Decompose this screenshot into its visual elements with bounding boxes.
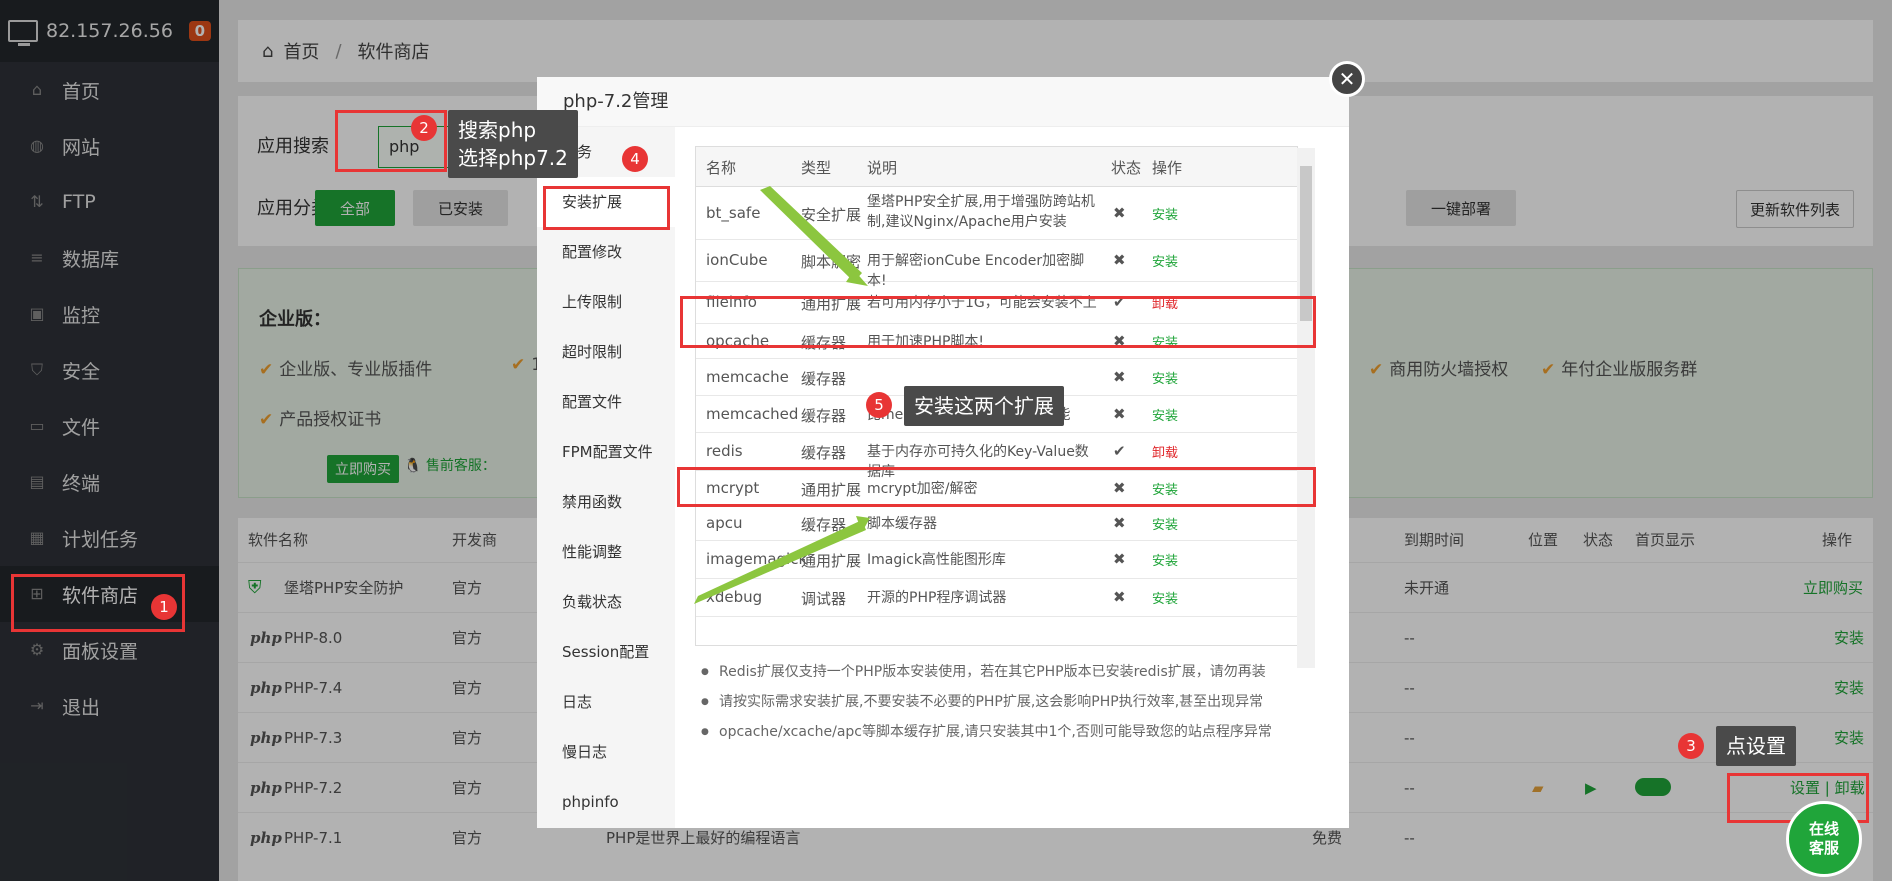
uninstall-link[interactable]: 卸载: [1152, 442, 1178, 461]
extension-table-header: 名称 类型 说明 状态 操作: [696, 147, 1297, 187]
extension-row: redis 缓存器 基于内存亦可持久化的Key-Value数据库 ✔ 卸载: [696, 433, 1297, 480]
step-marker-5: 5: [866, 392, 892, 418]
install-link[interactable]: 安装: [1152, 588, 1178, 607]
tooltip-install-ext: 安装这两个扩展: [904, 386, 1064, 426]
cross-icon: ✖: [1113, 514, 1126, 532]
extension-name: ionCube: [706, 251, 768, 269]
install-link[interactable]: 安装: [1152, 251, 1178, 270]
ext-col-type: 类型: [801, 159, 832, 177]
install-link[interactable]: 安装: [1152, 204, 1178, 223]
modal-nav-item[interactable]: FPM配置文件: [537, 427, 675, 477]
extension-type: 缓存器: [801, 516, 847, 534]
install-link[interactable]: 安装: [1152, 405, 1178, 424]
cross-icon: ✖: [1113, 550, 1126, 568]
modal-nav-item[interactable]: 日志: [537, 677, 675, 727]
modal-nav-item[interactable]: 负载状态: [537, 577, 675, 627]
cross-icon: ✖: [1113, 204, 1126, 222]
extension-row: imagemagick 通用扩展 Imagick高性能图形库 ✖ 安装: [696, 541, 1297, 579]
note-item: opcache/xcache/apc等脚本缓存扩展,请只安装其中1个,否则可能导…: [699, 717, 1299, 747]
online-support-button[interactable]: 在线 客服: [1786, 801, 1862, 877]
extension-row: apcu 缓存器 脚本缓存器 ✖ 安装: [696, 506, 1297, 541]
extension-desc: 开源的PHP程序调试器: [867, 590, 1007, 606]
extension-row: ionCube 脚本解密 用于解密ionCube Encoder加密脚本! ✖ 安装: [696, 240, 1297, 289]
step-marker-4: 4: [622, 146, 648, 172]
extension-type: 脚本解密: [801, 253, 862, 271]
extension-desc: 堡塔PHP安全扩展,用于增强防跨站机制,建议Nginx/Apache用户安装: [867, 194, 1095, 230]
cross-icon: ✖: [1113, 251, 1126, 269]
extension-name: bt_safe: [706, 204, 761, 222]
check-icon: ✔: [1113, 442, 1126, 460]
extension-type: 缓存器: [801, 407, 847, 425]
modal-nav: 服务安装扩展配置修改上传限制超时限制配置文件FPM配置文件禁用函数性能调整负载状…: [537, 127, 675, 828]
extension-notes: Redis扩展仅支持一个PHP版本安装使用，若在其它PHP版本已安装redis扩…: [699, 657, 1299, 747]
step-marker-2: 2: [411, 115, 437, 141]
install-link[interactable]: 安装: [1152, 368, 1178, 387]
modal-nav-item[interactable]: 禁用函数: [537, 477, 675, 527]
modal-nav-item[interactable]: phpinfo: [537, 777, 675, 827]
extension-type: 通用扩展: [801, 552, 862, 570]
annotation-box-install-ext: [543, 186, 670, 230]
extension-name: apcu: [706, 514, 743, 532]
modal-nav-item[interactable]: 超时限制: [537, 327, 675, 377]
ext-col-name: 名称: [706, 159, 737, 177]
ext-col-action: 操作: [1152, 159, 1183, 177]
modal-nav-item[interactable]: 上传限制: [537, 277, 675, 327]
extension-type: 安全扩展: [801, 206, 862, 224]
note-item: 请按实际需求安装扩展,不要安装不必要的PHP扩展,这会影响PHP执行效率,甚至出…: [699, 687, 1299, 717]
extension-name: redis: [706, 442, 743, 460]
modal-nav-item[interactable]: Session配置: [537, 627, 675, 677]
install-link[interactable]: 安装: [1152, 514, 1178, 533]
close-icon[interactable]: ✕: [1329, 61, 1365, 97]
tooltip-search: 搜索php 选择php7.2: [448, 110, 578, 178]
tooltip-settings: 点设置: [1716, 726, 1796, 766]
annotation-box-fileinfo: [680, 296, 1316, 348]
extension-type: 缓存器: [801, 444, 847, 462]
extension-name: xdebug: [706, 588, 763, 606]
modal-nav-item[interactable]: 配置修改: [537, 227, 675, 277]
step-marker-3: 3: [1678, 733, 1704, 759]
modal-nav-item[interactable]: 性能调整: [537, 527, 675, 577]
extension-name: imagemagick: [706, 550, 808, 568]
cross-icon: ✖: [1113, 405, 1126, 423]
extension-desc: Imagick高性能图形库: [867, 552, 1006, 568]
extension-type: 缓存器: [801, 370, 847, 388]
modal-title: php-7.2管理: [537, 77, 1349, 127]
cross-icon: ✖: [1113, 368, 1126, 386]
note-item: Redis扩展仅支持一个PHP版本安装使用，若在其它PHP版本已安装redis扩…: [699, 657, 1299, 687]
extension-row: xdebug 调试器 开源的PHP程序调试器 ✖ 安装: [696, 579, 1297, 617]
modal-nav-item[interactable]: 慢日志: [537, 727, 675, 777]
annotation-box-redis: [677, 467, 1316, 507]
ext-col-desc: 说明: [867, 159, 898, 177]
extension-name: memcache: [706, 368, 789, 386]
cross-icon: ✖: [1113, 588, 1126, 606]
extension-name: memcached: [706, 405, 799, 423]
extension-desc: 脚本缓存器: [867, 516, 937, 532]
install-link[interactable]: 安装: [1152, 550, 1178, 569]
ext-col-status: 状态: [1111, 159, 1142, 177]
extension-scrollbar[interactable]: [1297, 148, 1315, 668]
extension-row: bt_safe 安全扩展 堡塔PHP安全扩展,用于增强防跨站机制,建议Nginx/A…: [696, 187, 1297, 240]
step-marker-1: 1: [151, 594, 177, 620]
modal-nav-item[interactable]: 配置文件: [537, 377, 675, 427]
extension-type: 调试器: [801, 590, 847, 608]
